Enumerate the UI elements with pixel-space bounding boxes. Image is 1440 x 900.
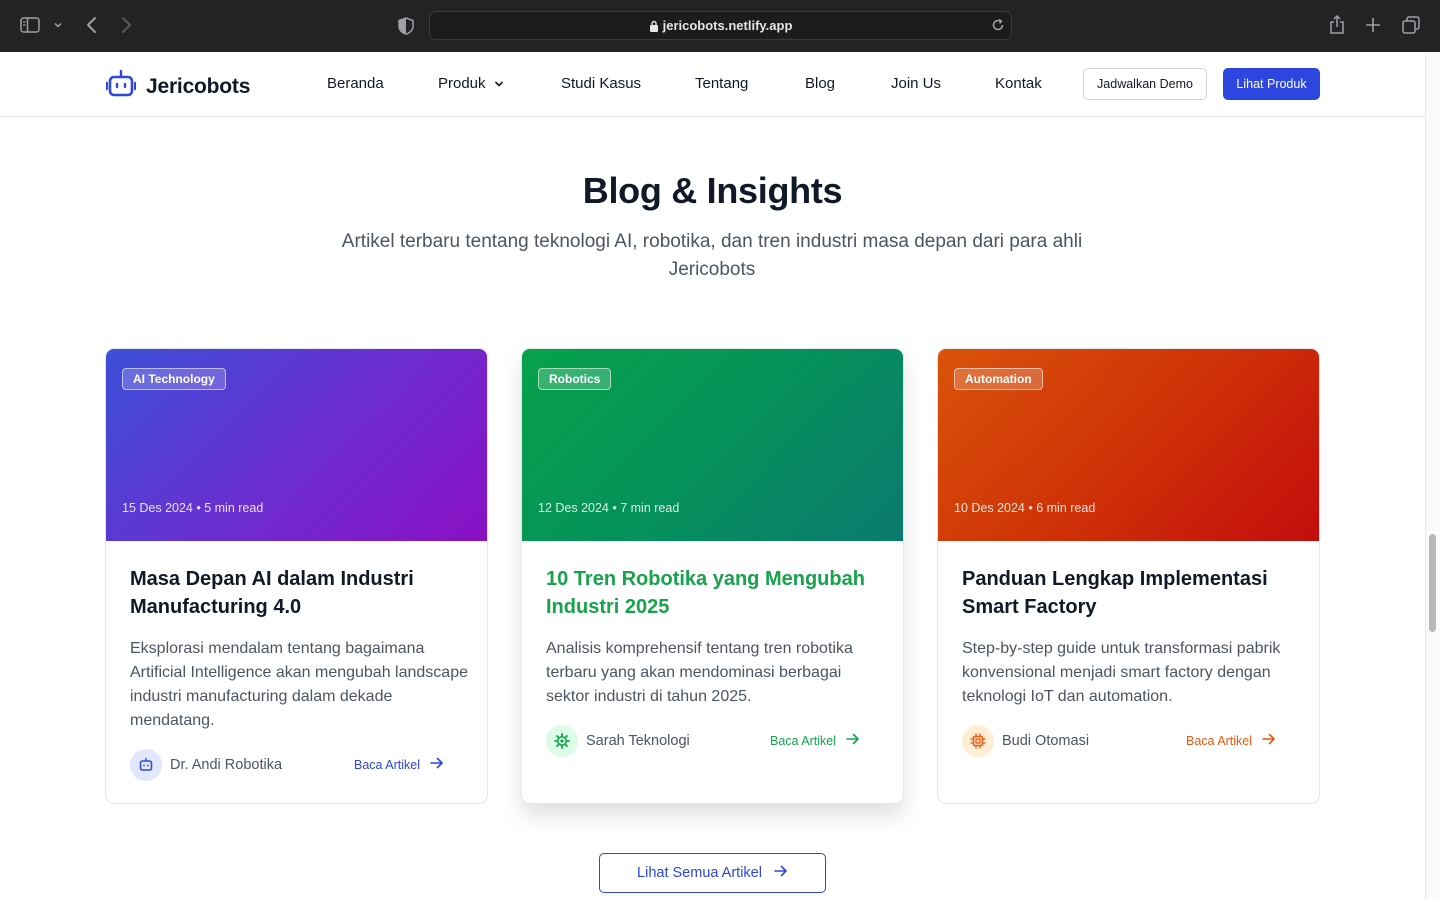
arrow-right-icon [846, 733, 860, 748]
read-article-link[interactable]: Baca Artikel [354, 757, 444, 772]
view-all-articles-label: Lihat Semua Artikel [637, 865, 762, 881]
author-info: Sarah Teknologi [546, 725, 690, 757]
view-products-button[interactable]: Lihat Produk [1223, 68, 1320, 100]
site-header: Jericobots Beranda Produk Studi Kasus Te… [0, 52, 1425, 117]
back-icon[interactable] [85, 16, 99, 34]
sidebar-toggle-icon[interactable] [20, 16, 40, 34]
scrollbar-track[interactable] [1425, 52, 1440, 900]
read-article-label: Baca Artikel [354, 757, 421, 772]
browser-toolbar: jericobots.netlify.app [0, 0, 1440, 52]
category-badge: AI Technology [122, 368, 226, 390]
nav-link-produk[interactable]: Produk [438, 75, 504, 92]
nav-link-studi-kasus[interactable]: Studi Kasus [561, 75, 641, 92]
read-article-label: Baca Artikel [770, 733, 837, 748]
robot-icon [130, 749, 162, 781]
new-tab-icon[interactable] [1365, 17, 1381, 33]
reload-icon[interactable] [991, 18, 1005, 32]
logo-text: Jericobots [146, 74, 251, 98]
author-name: Sarah Teknologi [586, 733, 690, 749]
logo[interactable]: Jericobots [105, 69, 251, 103]
article-meta: 15 Des 2024 • 5 min read [122, 501, 264, 515]
blog-card[interactable]: Automation 10 Des 2024 • 6 min read Pand… [937, 348, 1320, 804]
nav-link-blog[interactable]: Blog [805, 75, 835, 92]
article-meta: 12 Des 2024 • 7 min read [538, 501, 680, 515]
gear-icon [546, 725, 578, 757]
card-description: Step-by-step guide untuk transformasi pa… [962, 640, 1281, 705]
nav-link-beranda[interactable]: Beranda [327, 75, 384, 92]
card-title[interactable]: Masa Depan AI dalam Industri Manufacturi… [130, 565, 465, 621]
chevron-down-icon[interactable] [53, 20, 63, 30]
tab-overview-icon[interactable] [1402, 16, 1420, 34]
blog-card[interactable]: AI Technology 15 Des 2024 • 5 min read M… [105, 348, 488, 804]
arrow-right-icon [1262, 733, 1276, 748]
arrow-right-icon [774, 865, 788, 881]
category-badge: Automation [954, 368, 1043, 390]
card-cover-image: Automation 10 Des 2024 • 6 min read [938, 349, 1319, 541]
card-cover-image: Robotics 12 Des 2024 • 7 min read [522, 349, 903, 541]
card-title[interactable]: 10 Tren Robotika yang Mengubah Industri … [546, 565, 881, 621]
card-cover-image: AI Technology 15 Des 2024 • 5 min read [106, 349, 487, 541]
nav-link-join-us[interactable]: Join Us [891, 75, 941, 92]
schedule-demo-button[interactable]: Jadwalkan Demo [1083, 68, 1207, 100]
arrow-right-icon [430, 757, 444, 772]
chevron-down-icon [494, 75, 504, 92]
forward-icon[interactable] [119, 16, 133, 34]
read-article-link[interactable]: Baca Artikel [1186, 733, 1276, 748]
card-description: Analisis komprehensif tentang tren robot… [546, 640, 853, 705]
author-name: Budi Otomasi [1002, 733, 1090, 749]
nav-link-label: Produk [438, 75, 486, 92]
author-info: Budi Otomasi [962, 725, 1089, 757]
card-title[interactable]: Panduan Lengkap Implementasi Smart Facto… [962, 565, 1297, 621]
card-description: Eksplorasi mendalam tentang bagaimana Ar… [130, 640, 468, 729]
robot-logo-icon [105, 69, 137, 103]
share-icon[interactable] [1329, 15, 1345, 35]
author-name: Dr. Andi Robotika [170, 757, 283, 773]
scrollbar-thumb[interactable] [1429, 534, 1436, 632]
section-subtitle: Artikel terbaru tentang teknologi AI, ro… [341, 231, 1083, 280]
url-text: jericobots.netlify.app [662, 18, 793, 33]
category-badge: Robotics [538, 368, 612, 390]
lock-icon [649, 20, 659, 32]
nav-link-tentang[interactable]: Tentang [695, 75, 748, 92]
chip-icon [962, 725, 994, 757]
address-bar[interactable]: jericobots.netlify.app [429, 11, 1012, 40]
section-title: Blog & Insights [582, 170, 843, 211]
read-article-link[interactable]: Baca Artikel [770, 733, 860, 748]
blog-card[interactable]: Robotics 12 Des 2024 • 7 min read 10 Tre… [521, 348, 904, 804]
nav-link-kontak[interactable]: Kontak [995, 75, 1042, 92]
view-all-articles-button[interactable]: Lihat Semua Artikel [599, 853, 826, 893]
privacy-shield-icon[interactable] [398, 17, 414, 35]
read-article-label: Baca Artikel [1186, 733, 1253, 748]
author-info: Dr. Andi Robotika [130, 749, 282, 781]
article-meta: 10 Des 2024 • 6 min read [954, 501, 1096, 515]
